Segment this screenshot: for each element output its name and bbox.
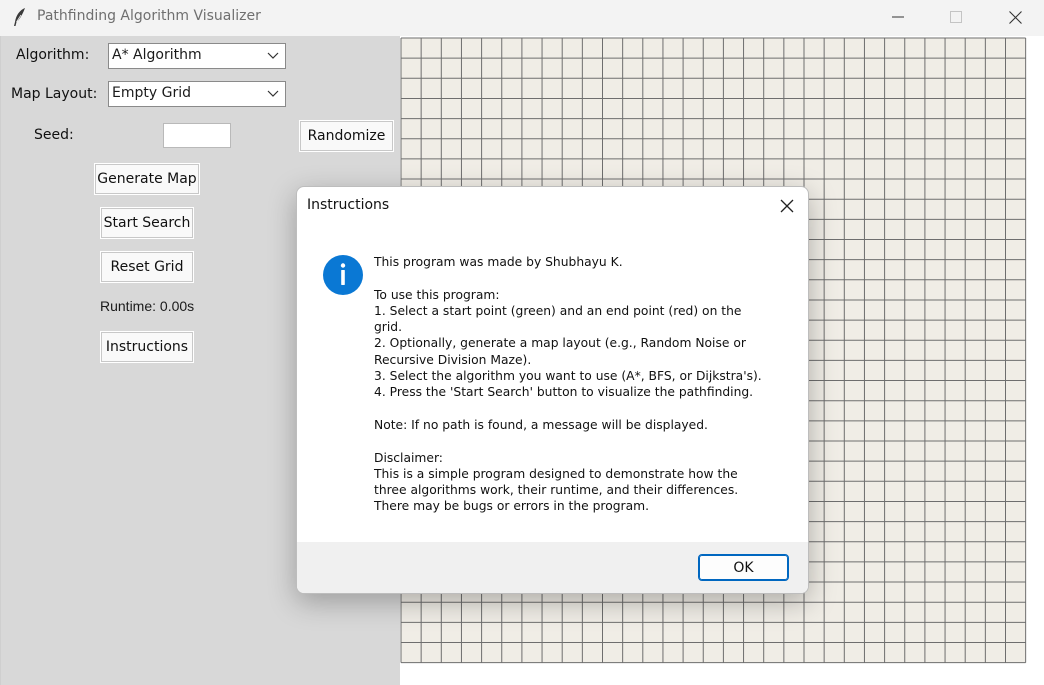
algorithm-selected-value: A* Algorithm xyxy=(112,47,202,63)
map-layout-label: Map Layout: xyxy=(11,86,98,102)
maximize-button[interactable] xyxy=(927,0,985,34)
chevron-down-icon xyxy=(267,90,279,97)
map-layout-selected-value: Empty Grid xyxy=(112,85,191,101)
dialog-title: Instructions xyxy=(307,197,390,213)
seed-input[interactable] xyxy=(163,123,231,148)
close-window-button[interactable] xyxy=(986,0,1044,34)
reset-grid-button[interactable]: Reset Grid xyxy=(100,251,194,283)
window-titlebar: Pathfinding Algorithm Visualizer xyxy=(0,0,1044,36)
window-title: Pathfinding Algorithm Visualizer xyxy=(37,8,261,24)
dialog-message: This program was made by Shubhayu K. To … xyxy=(374,255,762,514)
dialog-close-button[interactable] xyxy=(772,193,802,219)
minimize-button[interactable] xyxy=(869,0,927,34)
chevron-down-icon xyxy=(267,52,279,59)
randomize-button[interactable]: Randomize xyxy=(299,120,394,152)
maximize-icon xyxy=(950,11,962,23)
seed-label: Seed: xyxy=(34,127,74,143)
dialog-footer: OK xyxy=(297,542,808,593)
close-icon xyxy=(1008,10,1022,24)
minimize-icon xyxy=(892,16,904,18)
ok-button[interactable]: OK xyxy=(698,554,789,581)
instructions-button[interactable]: Instructions xyxy=(100,331,194,363)
instructions-dialog: Instructions This program was made by Sh… xyxy=(296,186,809,594)
algorithm-select[interactable]: A* Algorithm xyxy=(108,43,286,69)
close-icon xyxy=(780,199,794,213)
map-layout-select[interactable]: Empty Grid xyxy=(108,81,286,107)
algorithm-label: Algorithm: xyxy=(16,47,90,63)
generate-map-button[interactable]: Generate Map xyxy=(94,163,200,195)
feather-icon xyxy=(14,8,25,26)
info-icon xyxy=(323,255,363,295)
start-search-button[interactable]: Start Search xyxy=(100,207,194,239)
runtime-text: Runtime: 0.00s xyxy=(100,298,195,314)
